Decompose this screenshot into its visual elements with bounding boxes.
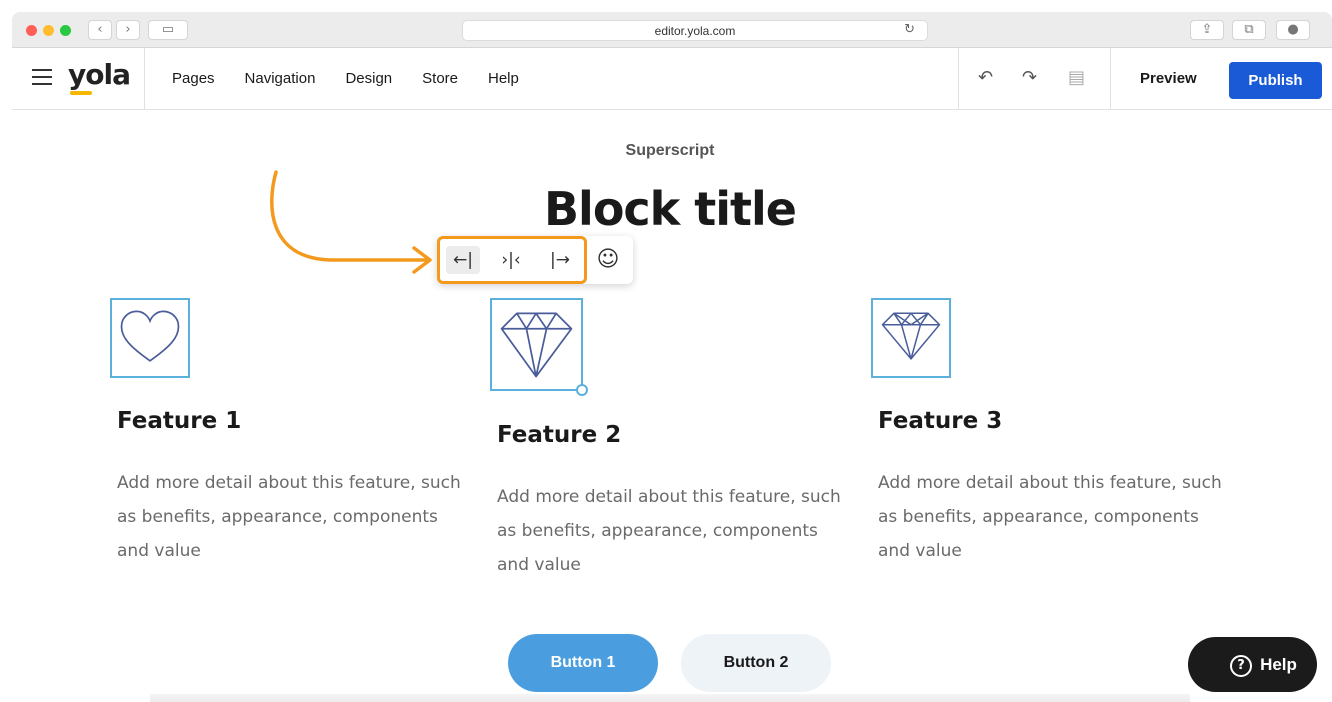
url-text: editor.yola.com: [654, 24, 736, 38]
gem-icon[interactable]: [871, 298, 951, 378]
forward-icon[interactable]: ›: [116, 20, 140, 40]
preview-button[interactable]: Preview: [1140, 70, 1197, 87]
feature-2-description[interactable]: Add more detail about this feature, such…: [497, 480, 847, 582]
nav-pages[interactable]: Pages: [172, 70, 215, 87]
minimize-window-button[interactable]: [43, 25, 54, 36]
section-shadow: [150, 694, 1190, 702]
heart-icon[interactable]: [110, 298, 190, 378]
resize-handle[interactable]: [576, 384, 588, 396]
header-divider: [1110, 48, 1111, 110]
button-2[interactable]: Button 2: [681, 634, 831, 692]
reload-icon[interactable]: ↻: [904, 22, 915, 37]
help-button[interactable]: ? Help: [1188, 637, 1317, 692]
emoji-icon[interactable]: ☺: [593, 246, 623, 274]
nav-navigation[interactable]: Navigation: [245, 70, 316, 87]
feature-1-description[interactable]: Add more detail about this feature, such…: [117, 466, 467, 568]
feature-1-title[interactable]: Feature 1: [117, 408, 241, 434]
feature-2-title[interactable]: Feature 2: [497, 422, 621, 448]
close-window-button[interactable]: [26, 25, 37, 36]
maximize-window-button[interactable]: [60, 25, 71, 36]
nav-design[interactable]: Design: [345, 70, 392, 87]
main-nav: Pages Navigation Design Store Help: [172, 70, 519, 87]
download-icon[interactable]: ●: [1276, 20, 1310, 40]
feature-3-description[interactable]: Add more detail about this feature, such…: [878, 466, 1228, 568]
undo-icon[interactable]: ↶: [978, 67, 993, 88]
redo-icon[interactable]: ↷: [1022, 67, 1037, 88]
button-1[interactable]: Button 1: [508, 634, 658, 692]
logo-accent: [70, 91, 92, 95]
back-icon[interactable]: ‹: [88, 20, 112, 40]
header-divider: [144, 48, 145, 110]
align-left-button[interactable]: ←|: [446, 246, 480, 274]
annotation-arrow: [270, 170, 432, 274]
help-icon: ?: [1230, 654, 1253, 677]
help-label: Help: [1260, 655, 1297, 674]
header-divider: [958, 48, 959, 110]
tabs-icon[interactable]: ⧉: [1232, 20, 1266, 40]
feature-3-title[interactable]: Feature 3: [878, 408, 1002, 434]
share-icon[interactable]: ⇪: [1190, 20, 1224, 40]
browser-toolbar: ‹ › ▭ editor.yola.com ↻ ⇪ ⧉ ●: [12, 12, 1332, 48]
editor-header: yola Pages Navigation Design Store Help …: [12, 48, 1332, 110]
align-right-button[interactable]: |→: [543, 246, 577, 274]
superscript-text[interactable]: Superscript: [570, 142, 770, 160]
nav-store[interactable]: Store: [422, 70, 458, 87]
yola-logo[interactable]: yola: [68, 58, 131, 91]
nav-help[interactable]: Help: [488, 70, 519, 87]
block-title[interactable]: Block title: [500, 182, 840, 236]
publish-button[interactable]: Publish: [1229, 62, 1322, 99]
save-icon[interactable]: ▤: [1068, 67, 1085, 88]
align-center-button[interactable]: ›|‹: [494, 246, 528, 274]
diamond-icon[interactable]: [490, 298, 583, 391]
menu-icon[interactable]: [32, 69, 52, 85]
sidebar-toggle-icon[interactable]: ▭: [148, 20, 188, 40]
address-bar[interactable]: editor.yola.com ↻: [462, 20, 928, 41]
